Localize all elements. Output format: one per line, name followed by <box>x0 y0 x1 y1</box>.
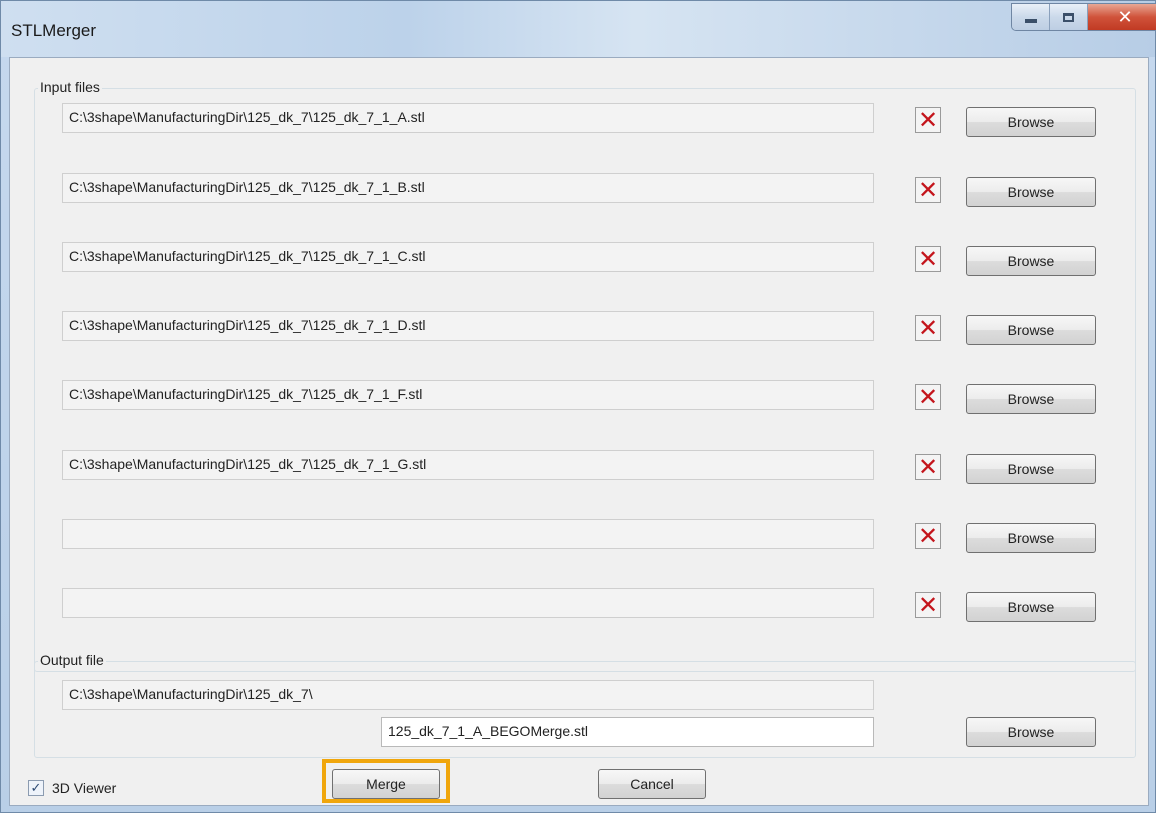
input-file-path[interactable]: C:\3shape\ManufacturingDir\125_dk_7\125_… <box>62 380 874 410</box>
browse-button[interactable]: Browse <box>966 454 1096 484</box>
input-file-path[interactable] <box>62 588 874 618</box>
title-bar[interactable]: STLMerger ✕ <box>1 1 1156 57</box>
browse-button[interactable]: Browse <box>966 592 1096 622</box>
maximize-button[interactable] <box>1050 4 1088 30</box>
merge-button[interactable]: Merge <box>332 769 440 799</box>
delete-x-icon: ✕ <box>917 522 939 550</box>
remove-file-button[interactable]: ✕ <box>915 315 941 341</box>
stlmerger-window: STLMerger ✕ Input files C:\3shape\Manufa… <box>0 0 1156 813</box>
remove-file-button[interactable]: ✕ <box>915 107 941 133</box>
checkmark-icon: ✓ <box>30 780 42 796</box>
input-files-label: Input files <box>38 79 102 95</box>
remove-file-button[interactable]: ✕ <box>915 523 941 549</box>
browse-button[interactable]: Browse <box>966 107 1096 137</box>
browse-button[interactable]: Browse <box>966 315 1096 345</box>
input-file-path[interactable]: C:\3shape\ManufacturingDir\125_dk_7\125_… <box>62 173 874 203</box>
window-controls: ✕ <box>1011 3 1156 31</box>
delete-x-icon: ✕ <box>917 591 939 619</box>
delete-x-icon: ✕ <box>917 106 939 134</box>
remove-file-button[interactable]: ✕ <box>915 384 941 410</box>
output-file-label: Output file <box>38 652 106 668</box>
dialog-body: Input files C:\3shape\ManufacturingDir\1… <box>9 57 1149 806</box>
remove-file-button[interactable]: ✕ <box>915 454 941 480</box>
delete-x-icon: ✕ <box>917 176 939 204</box>
delete-x-icon: ✕ <box>917 245 939 273</box>
minimize-icon <box>1024 19 1037 23</box>
output-browse-button[interactable]: Browse <box>966 717 1096 747</box>
input-file-path[interactable]: C:\3shape\ManufacturingDir\125_dk_7\125_… <box>62 103 874 133</box>
browse-button[interactable]: Browse <box>966 246 1096 276</box>
window-title: STLMerger <box>11 21 97 40</box>
cancel-button[interactable]: Cancel <box>598 769 706 799</box>
maximize-icon <box>1063 12 1074 22</box>
delete-x-icon: ✕ <box>917 383 939 411</box>
minimize-button[interactable] <box>1012 4 1050 30</box>
remove-file-button[interactable]: ✕ <box>915 177 941 203</box>
input-file-path[interactable]: C:\3shape\ManufacturingDir\125_dk_7\125_… <box>62 450 874 480</box>
browse-button[interactable]: Browse <box>966 177 1096 207</box>
output-directory-field[interactable]: C:\3shape\ManufacturingDir\125_dk_7\ <box>62 680 874 710</box>
input-file-path[interactable]: C:\3shape\ManufacturingDir\125_dk_7\125_… <box>62 311 874 341</box>
3d-viewer-label: 3D Viewer <box>52 780 117 796</box>
3d-viewer-checkbox[interactable]: ✓ <box>28 780 44 796</box>
remove-file-button[interactable]: ✕ <box>915 246 941 272</box>
input-file-path[interactable] <box>62 519 874 549</box>
close-button[interactable]: ✕ <box>1088 4 1156 30</box>
input-file-path[interactable]: C:\3shape\ManufacturingDir\125_dk_7\125_… <box>62 242 874 272</box>
delete-x-icon: ✕ <box>917 314 939 342</box>
remove-file-button[interactable]: ✕ <box>915 592 941 618</box>
delete-x-icon: ✕ <box>917 453 939 481</box>
output-filename-input[interactable]: 125_dk_7_1_A_BEGOMerge.stl <box>381 717 874 747</box>
browse-button[interactable]: Browse <box>966 523 1096 553</box>
close-icon: ✕ <box>1117 6 1133 28</box>
browse-button[interactable]: Browse <box>966 384 1096 414</box>
